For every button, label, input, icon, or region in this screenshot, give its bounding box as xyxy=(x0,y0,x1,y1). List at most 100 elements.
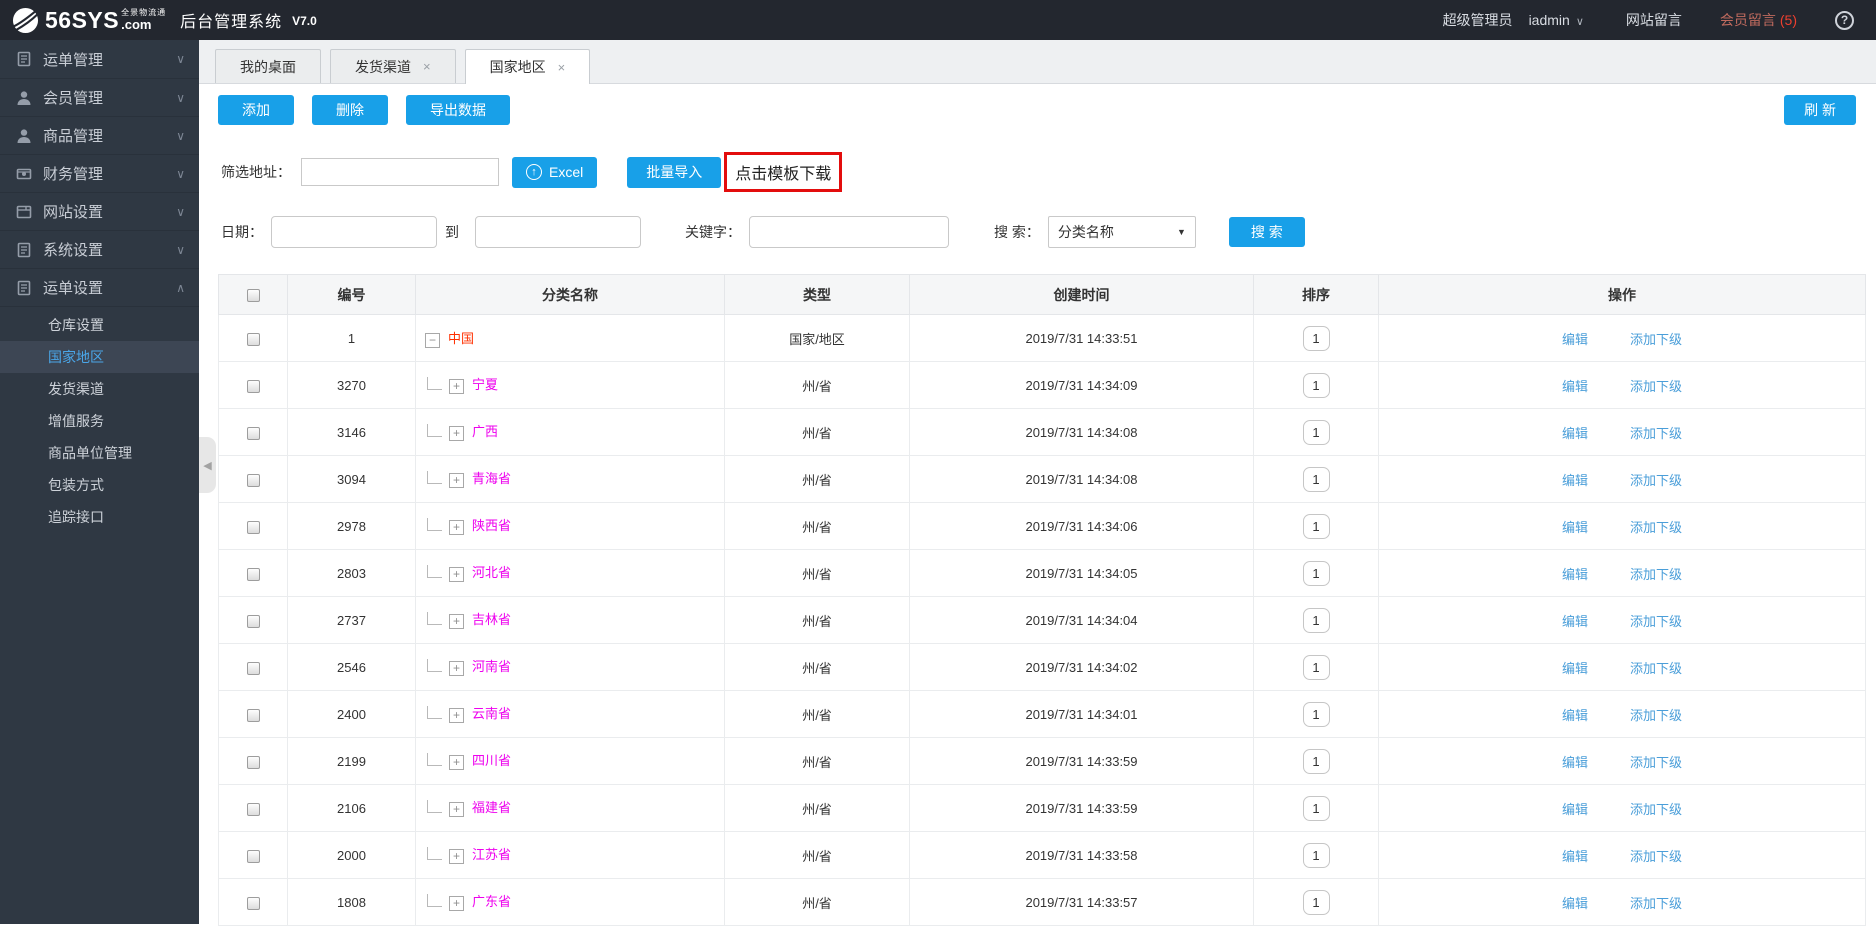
region-name-link[interactable]: 福建省 xyxy=(472,800,511,815)
sidebar-subitem[interactable]: 发货渠道 xyxy=(0,373,199,405)
close-icon[interactable]: × xyxy=(558,60,566,75)
tab[interactable]: 我的桌面 xyxy=(215,49,321,83)
edit-link[interactable]: 编辑 xyxy=(1562,332,1588,347)
region-name-link[interactable]: 吉林省 xyxy=(472,612,511,627)
tree-expand-icon[interactable]: + xyxy=(449,566,464,582)
add-child-link[interactable]: 添加下级 xyxy=(1630,755,1682,770)
region-name-link[interactable]: 河北省 xyxy=(472,565,511,580)
sort-order-input[interactable]: 1 xyxy=(1302,466,1330,492)
edit-link[interactable]: 编辑 xyxy=(1562,802,1588,817)
row-checkbox[interactable] xyxy=(246,426,260,440)
sort-order-input[interactable]: 1 xyxy=(1302,701,1330,727)
add-child-link[interactable]: 添加下级 xyxy=(1630,332,1682,347)
sidebar-item[interactable]: 运单设置 ∧ xyxy=(0,268,199,306)
region-name-link[interactable]: 青海省 xyxy=(472,471,511,486)
refresh-button[interactable]: 刷 新 xyxy=(1784,95,1856,125)
row-checkbox[interactable] xyxy=(246,849,260,863)
edit-link[interactable]: 编辑 xyxy=(1562,755,1588,770)
row-checkbox[interactable] xyxy=(246,332,260,346)
sidebar-item[interactable]: 会员管理 ∨ xyxy=(0,78,199,116)
region-name-link[interactable]: 河南省 xyxy=(472,659,511,674)
row-checkbox[interactable] xyxy=(246,567,260,581)
search-field-select[interactable]: 分类名称 ▼ xyxy=(1047,216,1196,248)
search-button[interactable]: 搜 索 xyxy=(1228,217,1305,247)
user-menu[interactable]: iadmin ∨ xyxy=(1529,12,1584,28)
region-name-link[interactable]: 宁夏 xyxy=(472,377,498,392)
sort-order-input[interactable]: 1 xyxy=(1302,560,1330,586)
export-button[interactable]: 导出数据 xyxy=(406,95,510,125)
member-messages-link[interactable]: 会员留言 (5) xyxy=(1720,10,1797,30)
sort-order-input[interactable]: 1 xyxy=(1302,513,1330,539)
close-icon[interactable]: × xyxy=(423,59,431,74)
tree-expand-icon[interactable]: + xyxy=(449,613,464,629)
region-name-link[interactable]: 广西 xyxy=(472,424,498,439)
sidebar-item[interactable]: 商品管理 ∨ xyxy=(0,116,199,154)
add-child-link[interactable]: 添加下级 xyxy=(1630,849,1682,864)
tree-collapse-icon[interactable]: − xyxy=(425,332,440,348)
date-from-input[interactable] xyxy=(271,216,437,248)
sidebar-subitem[interactable]: 增值服务 xyxy=(0,405,199,437)
edit-link[interactable]: 编辑 xyxy=(1562,426,1588,441)
sort-order-input[interactable]: 1 xyxy=(1302,372,1330,398)
region-name-link[interactable]: 云南省 xyxy=(472,706,511,721)
sidebar-subitem[interactable]: 国家地区 xyxy=(0,341,199,373)
edit-link[interactable]: 编辑 xyxy=(1562,896,1588,911)
region-name-link[interactable]: 陕西省 xyxy=(472,518,511,533)
row-checkbox[interactable] xyxy=(246,520,260,534)
add-button[interactable]: 添加 xyxy=(218,95,294,125)
edit-link[interactable]: 编辑 xyxy=(1562,473,1588,488)
tree-expand-icon[interactable]: + xyxy=(449,519,464,535)
tab[interactable]: 发货渠道 × xyxy=(330,49,456,83)
region-name-link[interactable]: 四川省 xyxy=(472,753,511,768)
sidebar-item[interactable]: 系统设置 ∨ xyxy=(0,230,199,268)
address-filter-input[interactable] xyxy=(301,158,499,186)
edit-link[interactable]: 编辑 xyxy=(1562,379,1588,394)
tree-expand-icon[interactable]: + xyxy=(449,378,464,394)
edit-link[interactable]: 编辑 xyxy=(1562,567,1588,582)
row-checkbox[interactable] xyxy=(246,708,260,722)
batch-import-button[interactable]: 批量导入 xyxy=(627,156,722,188)
select-all-checkbox[interactable] xyxy=(246,289,260,303)
edit-link[interactable]: 编辑 xyxy=(1562,661,1588,676)
sidebar-item[interactable]: 财务管理 ∨ xyxy=(0,154,199,192)
tree-expand-icon[interactable]: + xyxy=(449,425,464,441)
sidebar-subitem[interactable]: 追踪接口 xyxy=(0,501,199,533)
row-checkbox[interactable] xyxy=(246,473,260,487)
row-checkbox[interactable] xyxy=(246,755,260,769)
add-child-link[interactable]: 添加下级 xyxy=(1630,426,1682,441)
row-checkbox[interactable] xyxy=(246,802,260,816)
tree-expand-icon[interactable]: + xyxy=(449,660,464,676)
tree-expand-icon[interactable]: + xyxy=(449,848,464,864)
region-name-link[interactable]: 江苏省 xyxy=(472,847,511,862)
tab[interactable]: 国家地区 × xyxy=(464,49,591,84)
sidebar-subitem[interactable]: 仓库设置 xyxy=(0,309,199,341)
add-child-link[interactable]: 添加下级 xyxy=(1630,567,1682,582)
sidebar-subitem[interactable]: 商品单位管理 xyxy=(0,437,199,469)
sidebar-collapse-handle[interactable]: ◀ xyxy=(199,437,216,493)
sort-order-input[interactable]: 1 xyxy=(1302,654,1330,680)
template-download-link[interactable]: 点击模板下载 xyxy=(724,152,843,192)
tree-expand-icon[interactable]: + xyxy=(449,754,464,770)
row-checkbox[interactable] xyxy=(246,614,260,628)
sort-order-input[interactable]: 1 xyxy=(1302,842,1330,868)
site-messages-link[interactable]: 网站留言 xyxy=(1626,10,1682,30)
sort-order-input[interactable]: 1 xyxy=(1302,419,1330,445)
edit-link[interactable]: 编辑 xyxy=(1562,520,1588,535)
row-checkbox[interactable] xyxy=(246,661,260,675)
add-child-link[interactable]: 添加下级 xyxy=(1630,708,1682,723)
row-checkbox[interactable] xyxy=(246,896,260,910)
excel-upload-button[interactable]: ↑ Excel xyxy=(512,156,598,188)
add-child-link[interactable]: 添加下级 xyxy=(1630,614,1682,629)
row-checkbox[interactable] xyxy=(246,379,260,393)
add-child-link[interactable]: 添加下级 xyxy=(1630,802,1682,817)
add-child-link[interactable]: 添加下级 xyxy=(1630,661,1682,676)
tree-expand-icon[interactable]: + xyxy=(449,707,464,723)
tree-expand-icon[interactable]: + xyxy=(449,472,464,488)
add-child-link[interactable]: 添加下级 xyxy=(1630,473,1682,488)
date-to-input[interactable] xyxy=(475,216,641,248)
sort-order-input[interactable]: 1 xyxy=(1302,889,1330,915)
add-child-link[interactable]: 添加下级 xyxy=(1630,520,1682,535)
add-child-link[interactable]: 添加下级 xyxy=(1630,379,1682,394)
sort-order-input[interactable]: 1 xyxy=(1302,607,1330,633)
edit-link[interactable]: 编辑 xyxy=(1562,614,1588,629)
